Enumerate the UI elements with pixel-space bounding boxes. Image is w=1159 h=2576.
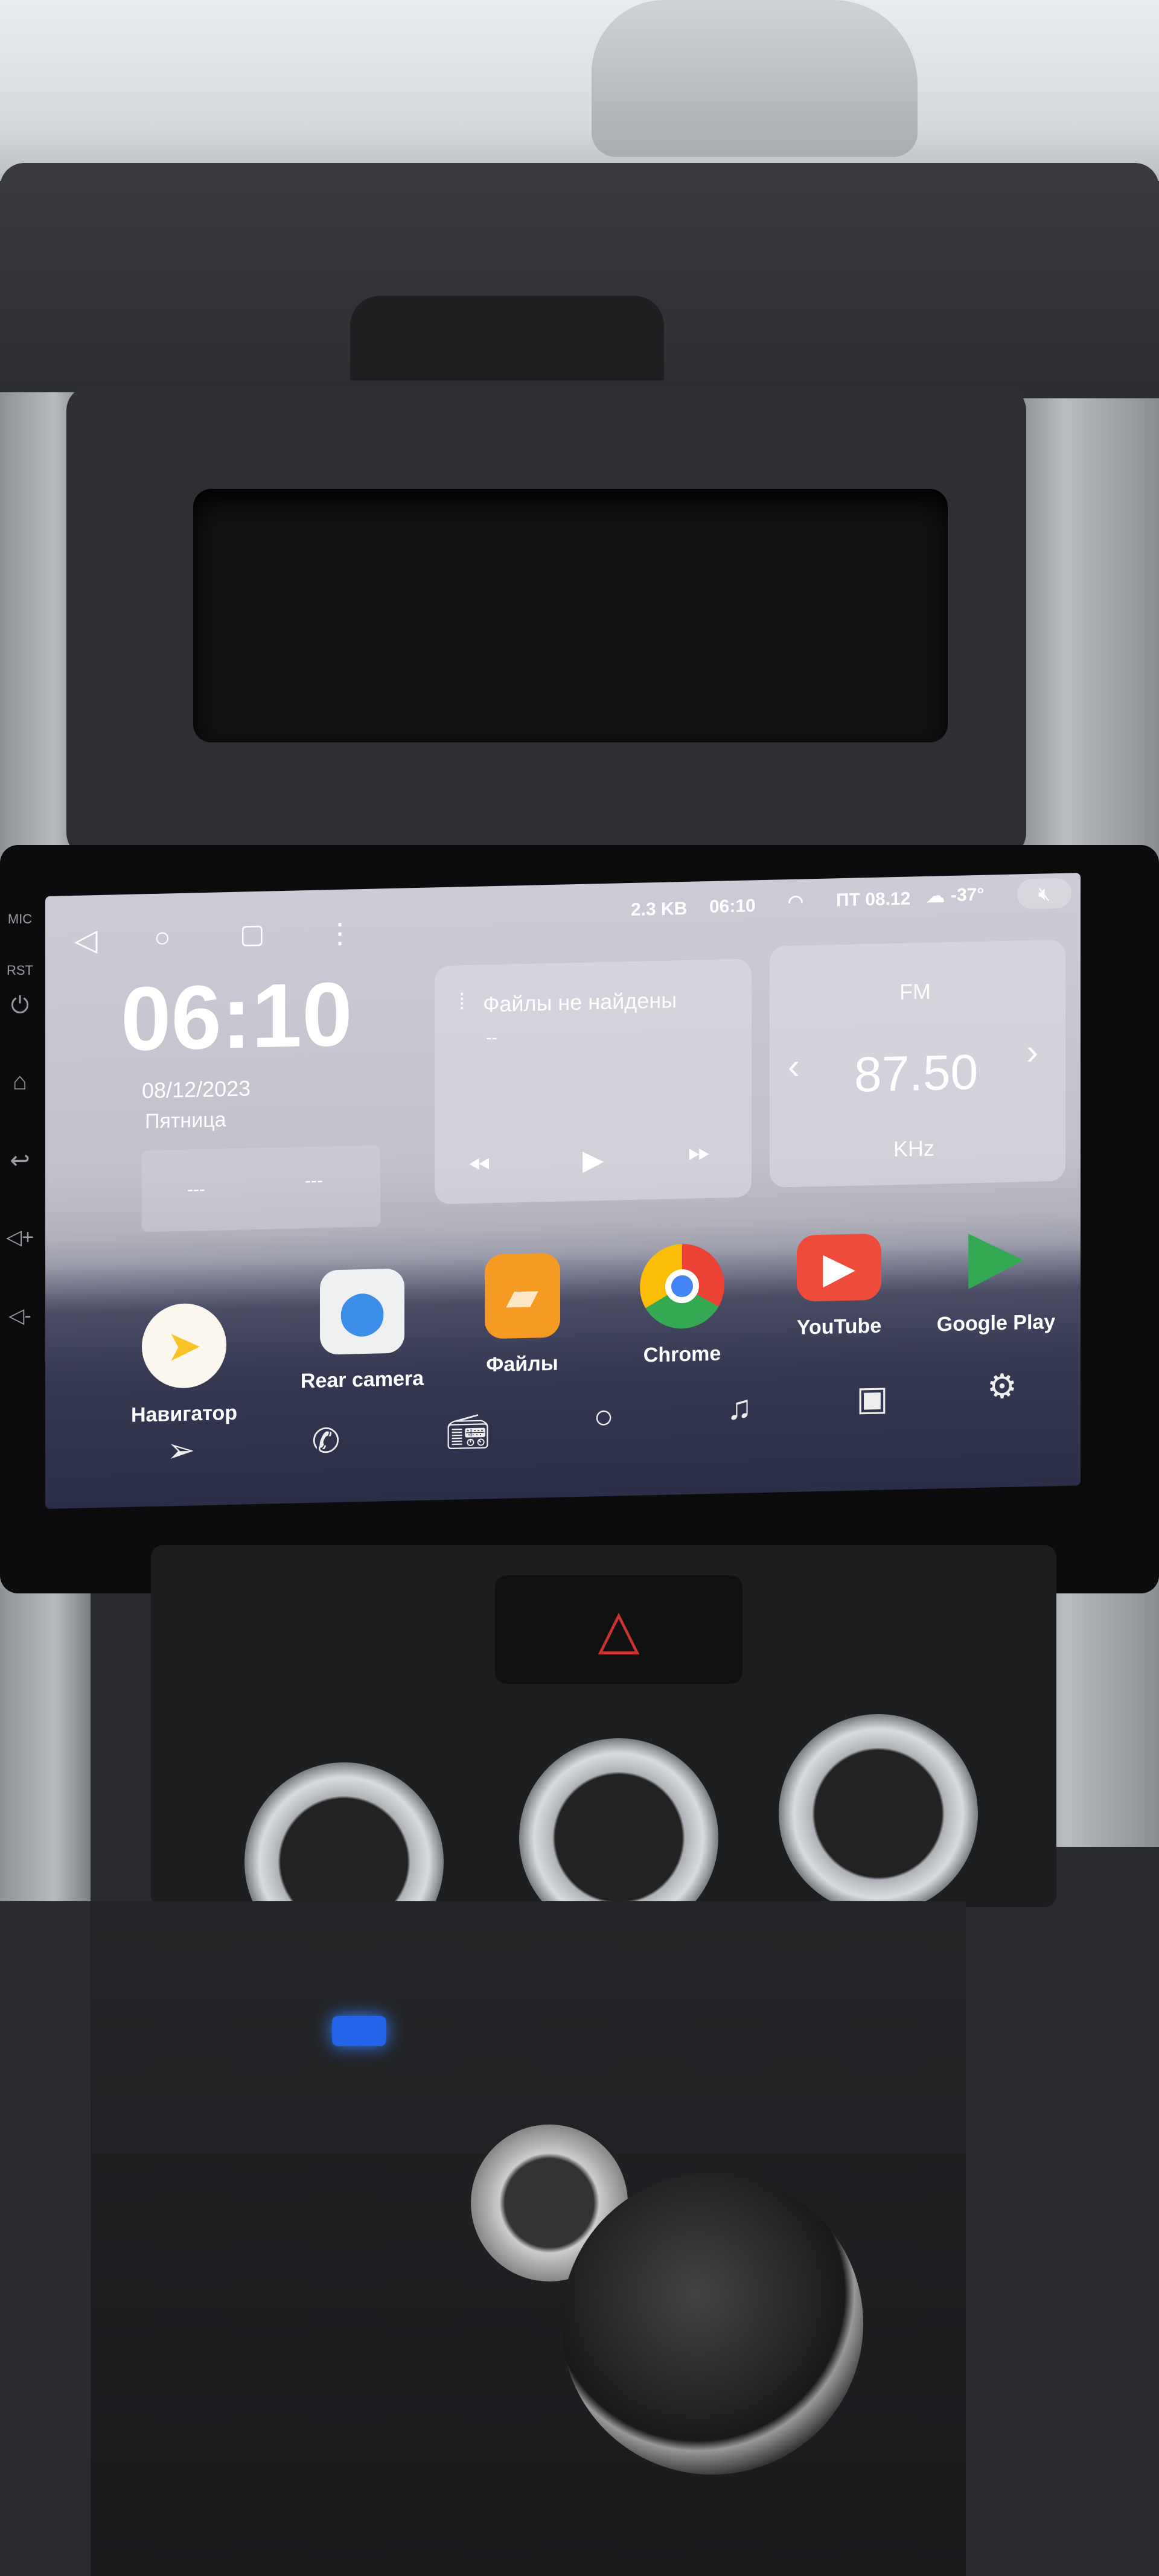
volume-up-icon[interactable]: ◁+	[5, 1225, 35, 1249]
mic-label: MIC	[7, 911, 33, 926]
info-slot-2: ---	[305, 1170, 323, 1191]
status-time: 06:10	[709, 896, 756, 917]
data-rate: 2.3 KB	[631, 898, 688, 920]
radio-band: FM	[899, 978, 931, 1004]
music-widget[interactable]: ⁞ Файлы не найдены -- ⏪︎ ▶ ⏩︎	[435, 958, 752, 1205]
phone-icon[interactable]: ✆	[299, 1420, 353, 1461]
windshield	[0, 0, 1159, 181]
power-icon[interactable]: ⏻	[5, 993, 35, 1019]
playlist-icon: ⁞	[459, 989, 465, 1015]
clock-date: 08/12/2023	[142, 1076, 251, 1103]
parked-car	[592, 0, 918, 157]
home-button[interactable]: ○	[154, 920, 171, 954]
app-chrome[interactable]: Chrome	[616, 1243, 749, 1368]
files-icon: ▰	[484, 1252, 560, 1339]
status-date: ПТ 08.12	[836, 888, 911, 911]
rst-label: RST	[7, 963, 33, 978]
home-icon[interactable]: ⌂	[5, 1068, 35, 1095]
rear-camera-icon: ⬤	[320, 1268, 404, 1355]
video-icon[interactable]: ▣	[845, 1378, 899, 1419]
usb-port-light	[332, 2016, 386, 2046]
play-button[interactable]: ▶	[583, 1143, 604, 1176]
music-title: Файлы не найдены	[483, 987, 677, 1017]
google-play-icon: ▶	[968, 1213, 1024, 1296]
youtube-icon: ▶	[797, 1233, 881, 1302]
app-label: Chrome	[643, 1342, 721, 1367]
chrome-icon	[640, 1243, 724, 1330]
app-label: Файлы	[486, 1351, 558, 1377]
app-youtube[interactable]: ▶ YouTube	[773, 1233, 905, 1341]
mode-knob[interactable]	[779, 1714, 978, 1913]
prev-station-button[interactable]: ‹	[788, 1045, 800, 1087]
app-navigator[interactable]: ➤ Навигатор	[118, 1302, 251, 1427]
app-label: YouTube	[796, 1314, 882, 1339]
navigation-icon[interactable]: ➢	[154, 1430, 208, 1471]
gear-shifter[interactable]	[561, 2173, 863, 2475]
radio-widget[interactable]: FM ‹ 87.50 › KHz	[770, 939, 1065, 1188]
wifi-icon: ◠	[788, 891, 804, 913]
clock-info-box: --- ---	[142, 1145, 380, 1232]
menu-button[interactable]: ⋮	[326, 916, 354, 949]
hazard-button[interactable]: △	[495, 1575, 742, 1684]
back-icon[interactable]: ↩	[5, 1147, 35, 1175]
volume-down-icon[interactable]: ◁-	[5, 1304, 35, 1328]
head-unit-screen: ◁ ○ ▢ ⋮ 2.3 KB 06:10 ◠ ПТ 08.12 ☁ -37° 🔇…	[45, 873, 1081, 1509]
radio-icon[interactable]: 📻︎	[441, 1411, 495, 1452]
clock-time: 06:10	[121, 963, 353, 1070]
info-slot-1: ---	[187, 1179, 205, 1200]
app-label: Google Play	[936, 1310, 1056, 1336]
settings-icon[interactable]: ⚙	[975, 1366, 1029, 1407]
recents-button[interactable]: ▢	[240, 919, 265, 950]
dashboard-vent	[350, 296, 664, 380]
app-rear-camera[interactable]: ⬤ Rear camera	[296, 1268, 429, 1394]
app-label: Rear camera	[300, 1366, 424, 1393]
home-circle-icon[interactable]: ○	[576, 1396, 631, 1436]
radio-unit: KHz	[893, 1135, 935, 1162]
next-station-button[interactable]: ›	[1026, 1031, 1038, 1073]
temperature: -37°	[951, 884, 985, 905]
app-label: Навигатор	[130, 1401, 238, 1427]
navigator-icon: ➤	[142, 1302, 226, 1389]
music-subtitle: --	[486, 1028, 497, 1047]
clock-weekday: Пятница	[145, 1108, 226, 1133]
weather-icon: ☁	[927, 886, 945, 907]
app-google-play[interactable]: ▶ Google Play	[930, 1211, 1062, 1337]
app-files[interactable]: ▰ Файлы	[456, 1252, 589, 1378]
mute-button[interactable]: 🔇︎	[1017, 878, 1071, 910]
next-button[interactable]: ⏩︎	[688, 1135, 710, 1169]
storage-pocket	[193, 489, 948, 742]
previous-button[interactable]: ⏪︎	[468, 1149, 490, 1183]
music-icon[interactable]: ♫	[712, 1387, 767, 1427]
back-button[interactable]: ◁	[74, 922, 97, 958]
radio-frequency: 87.50	[854, 1044, 979, 1103]
